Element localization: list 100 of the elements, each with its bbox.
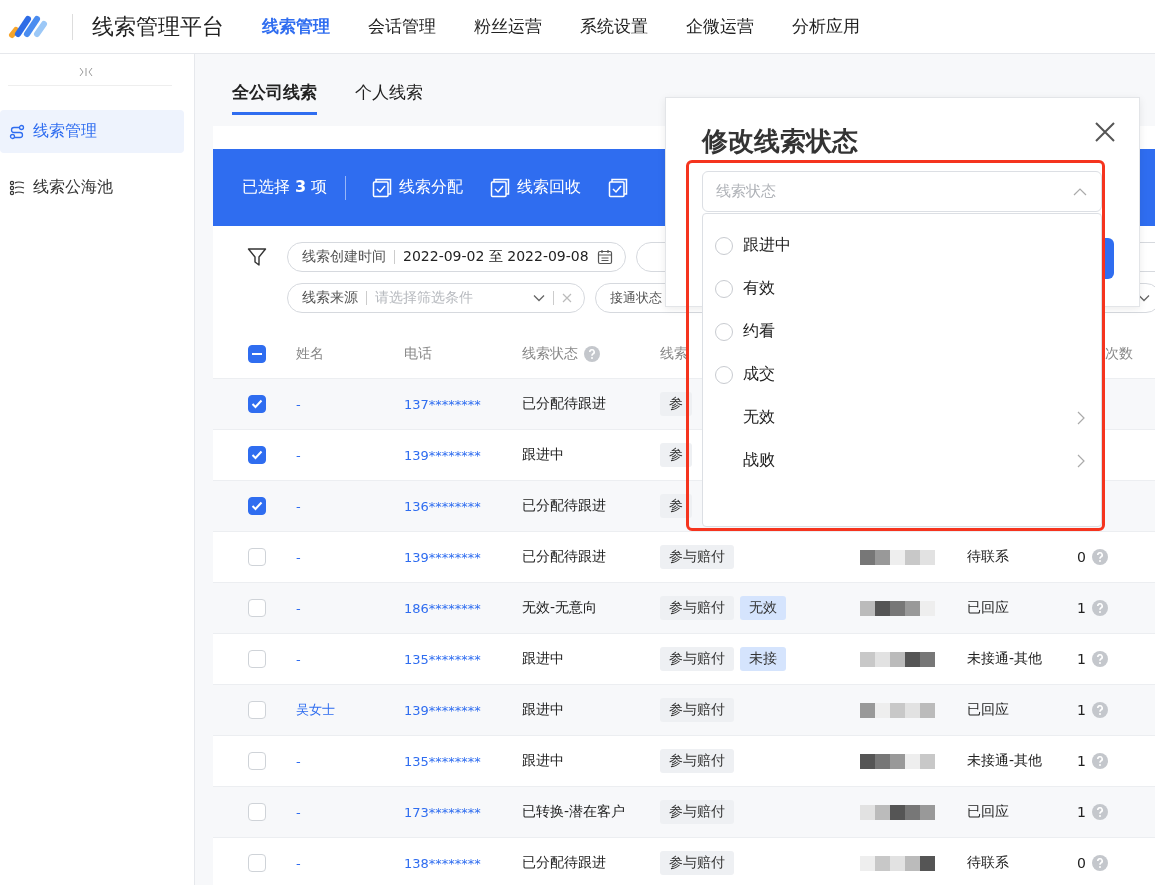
filter-select[interactable]: 线索来源 请选择筛选条件: [287, 283, 585, 313]
name-link[interactable]: -: [296, 549, 301, 565]
route-icon: [9, 123, 25, 140]
table-cell: 跟进中: [522, 650, 564, 668]
clear-icon[interactable]: [562, 293, 572, 303]
tag: 参与赔付: [660, 851, 734, 875]
phone-link[interactable]: 139********: [404, 447, 481, 463]
table-cell: 已回应: [967, 701, 1009, 719]
table-cell: 待联系: [967, 548, 1009, 566]
name-link[interactable]: -: [296, 498, 301, 514]
chevron-right-icon: [1077, 453, 1085, 468]
chevron-down-icon: [1138, 294, 1150, 302]
table-cell: 0: [1077, 549, 1086, 565]
name-link[interactable]: -: [296, 855, 301, 871]
table-cell: 0: [1077, 855, 1086, 871]
table-cell: 已转换-潜在客户: [522, 803, 626, 821]
phone-link[interactable]: 173********: [404, 804, 481, 820]
tag: 参与赔付: [660, 596, 734, 620]
dropdown-option[interactable]: 成交: [703, 353, 1101, 396]
checklist-icon: [490, 177, 511, 198]
phone-link[interactable]: 139********: [404, 702, 481, 718]
tag: 参与赔付: [660, 749, 734, 773]
sidebar-item[interactable]: 线索管理: [0, 110, 184, 153]
action-button[interactable]: 线索分配: [372, 177, 464, 198]
name-link[interactable]: -: [296, 753, 301, 769]
help-icon[interactable]: [1091, 804, 1108, 820]
nav-tab[interactable]: 会话管理: [368, 15, 436, 38]
tag: 参与赔付: [660, 698, 734, 722]
nav-tab[interactable]: 粉丝运营: [474, 15, 542, 38]
help-icon[interactable]: [1091, 702, 1108, 718]
tab[interactable]: 个人线索: [355, 81, 423, 115]
close-icon[interactable]: [1095, 122, 1115, 142]
table-cell: 已分配待跟进: [522, 395, 606, 413]
name-link[interactable]: -: [296, 804, 301, 820]
phone-link[interactable]: 138********: [404, 855, 481, 871]
column-header: 电话: [404, 344, 432, 363]
dropdown-option[interactable]: 无效: [703, 396, 1101, 439]
phone-link[interactable]: 136********: [404, 498, 481, 514]
help-icon[interactable]: [1091, 753, 1108, 769]
row-checkbox[interactable]: [248, 395, 266, 413]
chevron-right-icon: [1077, 410, 1085, 425]
table-cell: 1: [1077, 600, 1086, 616]
column-header: 次数: [1105, 344, 1133, 363]
row-checkbox[interactable]: [248, 497, 266, 515]
table-cell: 待联系: [967, 854, 1009, 872]
help-icon[interactable]: [1091, 855, 1108, 871]
table-cell: 已分配待跟进: [522, 497, 606, 515]
name-link[interactable]: -: [296, 396, 301, 412]
table-cell: 已分配待跟进: [522, 854, 606, 872]
row-checkbox[interactable]: [248, 446, 266, 464]
help-icon[interactable]: [1091, 651, 1108, 667]
nav-tab[interactable]: 分析应用: [792, 15, 860, 38]
date-range-field[interactable]: 线索创建时间 2022-09-02 至 2022-09-08: [287, 242, 626, 272]
table-cell: 未接通-其他: [967, 650, 1043, 668]
tag: 参与赔付: [660, 545, 734, 569]
selection-count: 已选择 3 项: [242, 177, 328, 198]
chevron-up-icon: [1073, 187, 1087, 196]
help-icon[interactable]: [1091, 549, 1108, 565]
collapse-icon[interactable]: [78, 67, 94, 77]
tag: 参与赔付: [660, 647, 734, 671]
phone-link[interactable]: 186********: [404, 600, 481, 616]
sidebar-item[interactable]: 线索公海池: [0, 166, 184, 209]
column-header: 线索状态: [522, 344, 578, 363]
phone-link[interactable]: 137********: [404, 396, 481, 412]
tab[interactable]: 全公司线索: [232, 81, 317, 115]
table-cell: 1: [1077, 651, 1086, 667]
phone-link[interactable]: 135********: [404, 651, 481, 667]
nav-tab[interactable]: 企微运营: [686, 15, 754, 38]
table-cell: 已回应: [967, 599, 1009, 617]
checklist-icon[interactable]: [608, 177, 629, 198]
phone-link[interactable]: 139********: [404, 549, 481, 565]
help-icon[interactable]: [1091, 600, 1108, 616]
dropdown-option[interactable]: 约看: [703, 310, 1101, 353]
table-cell: 1: [1077, 804, 1086, 820]
list-icon: [9, 179, 25, 196]
table-cell: 跟进中: [522, 752, 564, 770]
table-cell: 已分配待跟进: [522, 548, 606, 566]
dropdown-option[interactable]: 有效: [703, 267, 1101, 310]
table-cell: 1: [1077, 702, 1086, 718]
modal-title: 修改线索状态: [702, 125, 858, 158]
select-all-checkbox[interactable]: [248, 344, 266, 363]
table-cell: 未接通-其他: [967, 752, 1043, 770]
tag: 无效: [740, 596, 786, 620]
name-link[interactable]: -: [296, 651, 301, 667]
nav-tab[interactable]: 线索管理: [262, 15, 330, 38]
help-icon[interactable]: [584, 345, 600, 362]
tag: 未接: [740, 647, 786, 671]
dropdown-option[interactable]: 跟进中: [703, 224, 1101, 267]
logo-icon: [8, 14, 50, 39]
phone-link[interactable]: 135********: [404, 753, 481, 769]
calendar-icon: [596, 249, 613, 265]
table-cell: 跟进中: [522, 701, 564, 719]
table-cell: 无效-无意向: [522, 599, 598, 617]
name-link[interactable]: -: [296, 447, 301, 463]
dropdown-option[interactable]: 战败: [703, 439, 1101, 482]
nav-tab[interactable]: 系统设置: [580, 15, 648, 38]
name-link[interactable]: -: [296, 600, 301, 616]
action-button[interactable]: 线索回收: [490, 177, 582, 198]
name-link[interactable]: 吴女士: [296, 701, 335, 719]
filter-icon[interactable]: [247, 247, 267, 267]
